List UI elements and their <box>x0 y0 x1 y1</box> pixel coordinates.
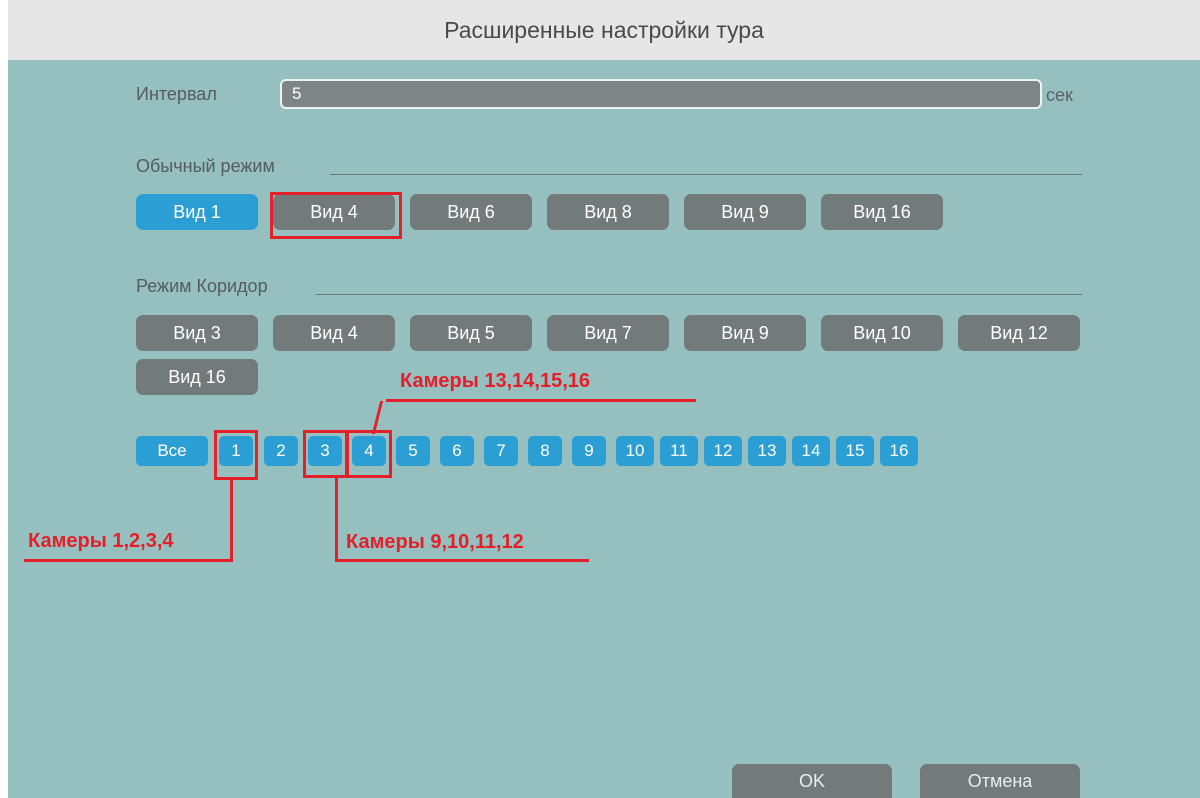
camera-12-button[interactable]: 12 <box>704 436 742 466</box>
annotation-cameras-13-16: Камеры 13,14,15,16 <box>400 370 590 392</box>
camera-5-button[interactable]: 5 <box>396 436 430 466</box>
corridor-view-5-button[interactable]: Вид 5 <box>410 315 532 351</box>
camera-10-button[interactable]: 10 <box>616 436 654 466</box>
normal-view-1-button[interactable]: Вид 1 <box>136 194 258 230</box>
normal-mode-label: Обычный режим <box>136 156 275 176</box>
camera-8-button[interactable]: 8 <box>528 436 562 466</box>
corridor-view-9-button[interactable]: Вид 9 <box>684 315 806 351</box>
corridor-view-16-button[interactable]: Вид 16 <box>136 359 258 395</box>
corridor-view-3-button[interactable]: Вид 3 <box>136 315 258 351</box>
camera-9-button[interactable]: 9 <box>572 436 606 466</box>
camera-1-button[interactable]: 1 <box>219 436 253 466</box>
camera-3-button[interactable]: 3 <box>308 436 342 466</box>
camera-14-button[interactable]: 14 <box>792 436 830 466</box>
interval-label: Интервал <box>136 84 217 104</box>
interval-input[interactable]: 5 <box>280 79 1042 109</box>
annotation-line-cam4-underline <box>386 399 696 402</box>
tour-settings-dialog: Расширенные настройки тура Интервал 5 се… <box>8 0 1200 798</box>
annotation-cameras-1-4: Камеры 1,2,3,4 <box>28 530 174 552</box>
corridor-view-10-button[interactable]: Вид 10 <box>821 315 943 351</box>
corridor-view-12-button[interactable]: Вид 12 <box>958 315 1080 351</box>
annotation-line-cam4-vertical <box>371 401 384 434</box>
corridor-mode-label: Режим Коридор <box>136 276 268 296</box>
camera-16-button[interactable]: 16 <box>880 436 918 466</box>
annotation-cameras-9-12: Камеры 9,10,11,12 <box>346 531 524 553</box>
normal-view-16-button[interactable]: Вид 16 <box>821 194 943 230</box>
interval-unit-label: сек <box>1046 85 1073 105</box>
annotation-line-cam1-vertical <box>230 478 233 562</box>
camera-7-button[interactable]: 7 <box>484 436 518 466</box>
corridor-mode-divider <box>316 294 1082 295</box>
camera-11-button[interactable]: 11 <box>660 436 698 466</box>
annotation-line-cam3-underline <box>335 559 589 562</box>
normal-view-4-button[interactable]: Вид 4 <box>273 194 395 230</box>
camera-13-button[interactable]: 13 <box>748 436 786 466</box>
camera-6-button[interactable]: 6 <box>440 436 474 466</box>
camera-all-button[interactable]: Все <box>136 436 208 466</box>
camera-2-button[interactable]: 2 <box>264 436 298 466</box>
normal-view-9-button[interactable]: Вид 9 <box>684 194 806 230</box>
corridor-view-4-button[interactable]: Вид 4 <box>273 315 395 351</box>
annotation-line-cam3-vertical <box>335 478 338 562</box>
ok-button[interactable]: OK <box>732 764 892 798</box>
dialog-title: Расширенные настройки тура <box>8 0 1200 60</box>
corridor-view-7-button[interactable]: Вид 7 <box>547 315 669 351</box>
normal-view-6-button[interactable]: Вид 6 <box>410 194 532 230</box>
camera-4-button[interactable]: 4 <box>352 436 386 466</box>
camera-15-button[interactable]: 15 <box>836 436 874 466</box>
normal-mode-divider <box>330 174 1082 175</box>
normal-view-8-button[interactable]: Вид 8 <box>547 194 669 230</box>
annotation-line-cam1-underline <box>24 559 233 562</box>
cancel-button[interactable]: Отмена <box>920 764 1080 798</box>
